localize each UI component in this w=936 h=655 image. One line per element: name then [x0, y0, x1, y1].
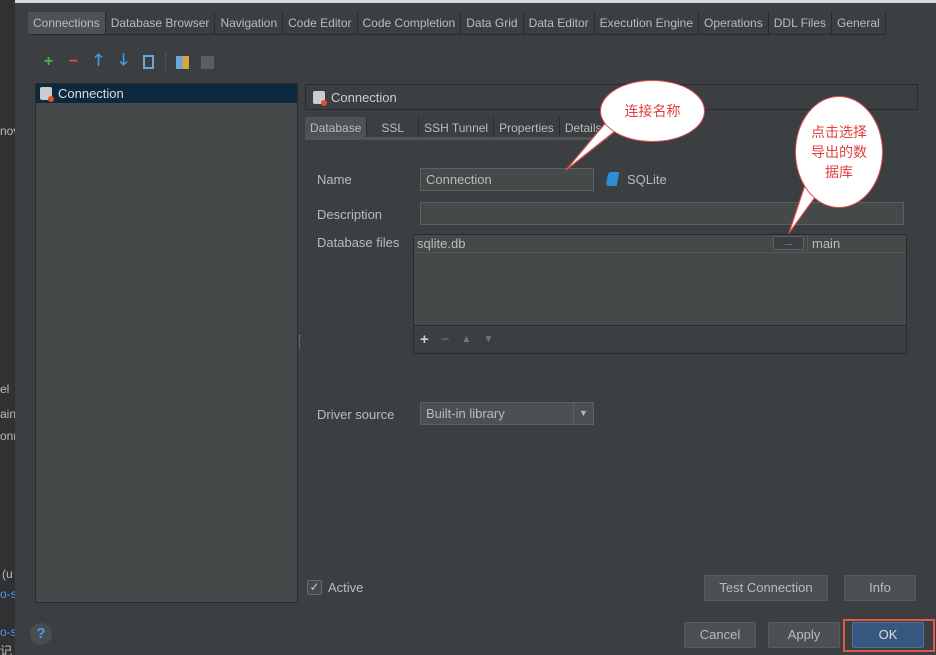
bg-text: (u — [2, 567, 13, 581]
move-up-icon[interactable]: 🡑 — [90, 52, 107, 71]
list-item-label: Connection — [58, 86, 124, 101]
tab-execution-engine[interactable]: Execution Engine — [594, 12, 700, 34]
chevron-down-icon[interactable]: ▼ — [573, 403, 593, 424]
driver-source-label: Driver source — [317, 407, 395, 422]
active-label: Active — [328, 580, 364, 595]
cancel-button[interactable]: Cancel — [684, 622, 756, 648]
connection-toolbar: + − 🡑 🡓 — [40, 52, 216, 72]
connection-icon — [313, 90, 327, 106]
remove-icon[interactable]: − — [65, 53, 82, 71]
splitter-handle[interactable] — [299, 335, 302, 349]
tab-ssl[interactable]: SSL — [367, 117, 420, 137]
tab-general[interactable]: General — [831, 12, 886, 34]
tab-navigation[interactable]: Navigation — [215, 12, 284, 34]
move-up-icon[interactable]: ▲ — [462, 334, 472, 345]
driver-source-value: Built-in library — [426, 406, 505, 421]
bg-text: o-s — [0, 587, 15, 601]
copy-icon[interactable] — [140, 54, 157, 71]
add-icon[interactable]: + — [420, 331, 429, 348]
name-annotation: 连接名称 — [600, 80, 705, 142]
header-title: Connection — [331, 89, 397, 105]
tab-database[interactable]: Database — [305, 117, 368, 137]
browse-button[interactable]: ... — [773, 236, 804, 250]
move-down-icon[interactable]: ▼ — [483, 334, 493, 345]
files-annotation: 点击选择导出的数据库 — [795, 96, 883, 208]
connection-icon — [40, 87, 54, 102]
tab-connections[interactable]: Connections — [28, 12, 106, 34]
bg-text: o-s — [0, 625, 15, 639]
import-icon[interactable] — [174, 54, 191, 71]
connection-list[interactable]: Connection — [35, 83, 298, 603]
tab-operations[interactable]: Operations — [699, 12, 769, 34]
tab-database-browser[interactable]: Database Browser — [105, 12, 216, 34]
move-down-icon[interactable]: 🡓 — [115, 52, 132, 71]
description-label: Description — [317, 207, 383, 222]
tab-data-grid[interactable]: Data Grid — [461, 12, 524, 34]
sqlite-icon — [605, 172, 620, 186]
help-button[interactable]: ? — [30, 623, 52, 645]
bg-text: ain — [0, 407, 15, 421]
schema-name[interactable]: main — [807, 235, 840, 253]
db-type-label: SQLite — [627, 172, 667, 187]
bg-text: el — [0, 382, 10, 396]
name-label: Name — [317, 172, 352, 187]
apply-button[interactable]: Apply — [768, 622, 840, 648]
database-files-label: Database files — [317, 235, 400, 250]
tab-code-completion[interactable]: Code Completion — [357, 12, 462, 34]
settings-tabs: Connections Database Browser Navigation … — [28, 12, 886, 35]
background-window: nov el ain onn (u o-s o-s 记 — [0, 0, 15, 655]
info-button[interactable]: Info — [844, 575, 916, 601]
remove-icon[interactable]: − — [441, 331, 450, 348]
bg-text: nov — [0, 124, 15, 138]
tab-ssh-tunnel[interactable]: SSH Tunnel — [419, 117, 495, 137]
driver-source-select[interactable]: Built-in library ▼ — [420, 402, 594, 425]
export-icon[interactable] — [199, 54, 216, 71]
file-path[interactable]: sqlite.db — [417, 236, 465, 251]
bg-text: 记 — [0, 644, 13, 655]
list-item-connection[interactable]: Connection — [36, 84, 297, 103]
test-connection-button[interactable]: Test Connection — [704, 575, 828, 601]
bg-text: onn — [0, 429, 15, 443]
ok-button[interactable]: OK — [852, 622, 924, 648]
add-icon[interactable]: + — [40, 53, 57, 71]
tab-ddl-files[interactable]: DDL Files — [768, 12, 832, 34]
files-toolbar: + − ▲ ▼ — [414, 325, 906, 353]
database-files-table: sqlite.db ... main + − ▲ ▼ — [413, 234, 907, 354]
active-checkbox[interactable]: ✓ — [307, 580, 322, 595]
tab-data-editor[interactable]: Data Editor — [523, 12, 595, 34]
table-row[interactable]: sqlite.db ... main — [414, 235, 906, 253]
window-edge — [15, 0, 936, 3]
tab-properties[interactable]: Properties — [494, 117, 560, 137]
tab-code-editor[interactable]: Code Editor — [283, 12, 358, 34]
